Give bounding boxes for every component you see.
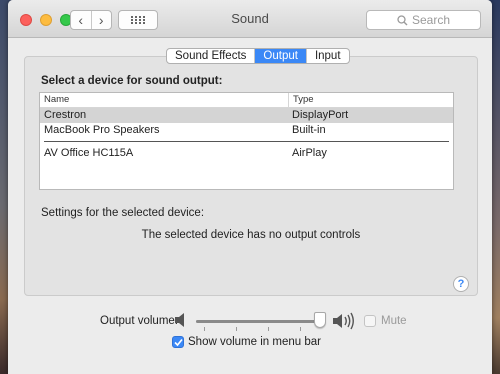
search-placeholder: Search — [411, 13, 451, 27]
device-type: AirPlay — [292, 147, 327, 159]
section-title: Select a device for sound output: — [41, 75, 223, 87]
speaker-high-icon — [333, 312, 354, 330]
tab-input[interactable]: Input — [305, 49, 349, 63]
show-volume-checkbox[interactable] — [172, 336, 184, 348]
checkmark-icon — [173, 338, 183, 346]
speaker-low-icon — [175, 313, 184, 327]
device-name: AV Office HC115A — [44, 147, 134, 159]
column-header-type[interactable]: Type — [288, 93, 453, 107]
slider-tick — [204, 327, 205, 331]
help-button[interactable]: ? — [453, 276, 469, 292]
volume-slider[interactable] — [196, 320, 326, 323]
output-panel: Select a device for sound output: Name T… — [24, 56, 478, 296]
mute-checkbox[interactable] — [364, 315, 376, 327]
device-table[interactable]: Name Type Crestron DisplayPort MacBook P… — [39, 92, 454, 190]
row-divider — [44, 141, 449, 142]
table-row[interactable]: AV Office HC115A AirPlay — [40, 146, 453, 161]
sound-preferences-window: ‹ › Sound Search Sound Effects Output In… — [8, 0, 492, 374]
help-icon: ? — [457, 278, 465, 290]
no-controls-message: The selected device has no output contro… — [141, 229, 361, 241]
tab-output[interactable]: Output — [254, 49, 306, 63]
table-row[interactable]: MacBook Pro Speakers Built-in — [40, 123, 453, 138]
output-volume-label: Output volume: — [100, 315, 178, 327]
slider-tick — [236, 327, 237, 331]
slider-tick — [268, 327, 269, 331]
volume-slider-knob[interactable] — [313, 312, 326, 328]
device-type: DisplayPort — [292, 109, 349, 121]
table-row[interactable]: Crestron DisplayPort — [40, 108, 453, 123]
device-type: Built-in — [292, 124, 326, 136]
mute-label: Mute — [381, 315, 407, 327]
table-header: Name Type — [40, 93, 453, 108]
show-volume-label: Show volume in menu bar — [188, 336, 321, 348]
title-bar: ‹ › Sound Search — [8, 0, 492, 38]
tab-sound-effects[interactable]: Sound Effects — [167, 49, 254, 63]
search-icon — [397, 14, 408, 25]
tab-bar: Sound Effects Output Input — [166, 48, 350, 64]
device-name: MacBook Pro Speakers — [44, 124, 160, 136]
slider-tick — [300, 327, 301, 331]
volume-slider-fill — [196, 320, 320, 323]
settings-label: Settings for the selected device: — [41, 207, 205, 219]
column-header-name[interactable]: Name — [40, 93, 288, 107]
device-name: Crestron — [44, 109, 87, 121]
search-field[interactable]: Search — [366, 10, 481, 30]
